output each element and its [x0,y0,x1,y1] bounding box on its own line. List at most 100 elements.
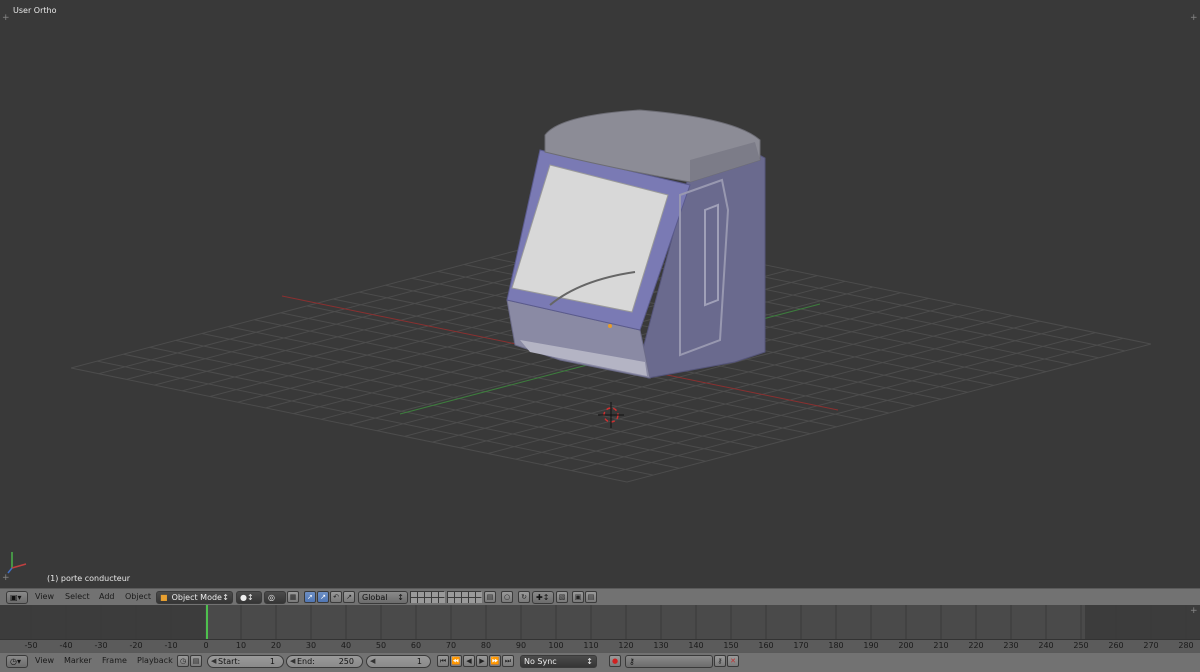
ruler-tick-label: 250 [1073,641,1089,650]
ruler-tick-label: -20 [129,641,143,650]
ruler-tick-label: 280 [1178,641,1194,650]
scale-icon[interactable]: ↗ [343,591,355,603]
ruler-tick-label: 260 [1108,641,1124,650]
ruler-tick-label: 70 [445,641,457,650]
snap-target-icon[interactable]: ▧ [556,591,568,603]
menu-object[interactable]: Object [125,592,151,601]
ruler-tick-label: 10 [235,641,247,650]
ruler-tick-label: 270 [1143,641,1159,650]
lock-time-icon[interactable]: ▤ [190,655,202,667]
viewport-header: ▣▾ View Select Add Object ■ Object Mode … [0,588,1200,606]
orientation-select[interactable]: Global ↕ [358,591,408,604]
area-corner-widget[interactable]: + [1190,14,1198,23]
layer-grid-2[interactable] [447,591,482,603]
area-corner-widget[interactable]: + [1190,607,1198,616]
ruler-tick-label: 160 [758,641,774,650]
render-animation-icon[interactable]: ▤ [585,591,597,603]
ruler-tick-label: 230 [1003,641,1019,650]
ruler-tick-label: -50 [24,641,38,650]
jump-prev-keyframe-icon[interactable]: ⏪ [450,655,462,667]
area-corner-widget[interactable]: + [2,14,10,23]
ruler-tick-label: -30 [94,641,108,650]
insert-keyframe-icon[interactable]: ⚷ [714,655,726,667]
ruler-tick-label: 240 [1038,641,1054,650]
mode-label: Object Mode [171,593,222,602]
editor-type-button[interactable]: ▣▾ [6,591,28,604]
menu-view[interactable]: View [35,656,54,665]
start-value: 1 [269,657,275,666]
ruler-tick-label: 150 [723,641,739,650]
orientation-label: Global [362,593,388,602]
menu-frame[interactable]: Frame [102,656,127,665]
translate-manipulator-icon[interactable]: ➚ [304,591,316,603]
layer-grid-1[interactable] [410,591,445,603]
rotate-icon[interactable]: ↶ [330,591,342,603]
view-name-label: User Ortho [13,6,57,15]
grid-line [123,353,680,469]
editor-type-button[interactable]: ◷▾ [6,655,28,668]
tram-cab-model[interactable] [506,109,766,379]
end-frame-field[interactable]: ◀ End: 250 [286,655,363,668]
sync-mode-select[interactable]: No Sync ↕ [520,655,597,668]
ruler-tick-label: 190 [863,641,879,650]
decrement-arrow-icon[interactable]: ◀ [211,657,216,665]
play-reverse-icon[interactable]: ◀ [463,655,475,667]
decrement-arrow-icon[interactable]: ◀ [290,657,295,665]
render-icon[interactable]: ▣ [572,591,584,603]
ruler-tick-label: -40 [59,641,73,650]
keying-set-field[interactable]: ⚷ [625,655,713,668]
ruler-tick-label: 120 [618,641,634,650]
axis-gizmo [7,552,27,574]
area-corner-widget[interactable]: + [2,574,10,583]
shading-select[interactable]: ●↕ [236,591,262,604]
ruler-tick-label: 100 [548,641,564,650]
menu-select[interactable]: Select [65,592,90,601]
sync-mode-label: No Sync [524,657,557,666]
grid-line [70,367,628,483]
delete-keyframe-icon[interactable]: ✕ [727,655,739,667]
preview-range-icon[interactable]: ◷ [177,655,189,667]
ruler-tick-label: 50 [375,641,387,650]
snap-element-select[interactable]: ✚↕ [532,591,554,604]
3d-viewport[interactable]: User Ortho (1) porte conducteur + + + [0,0,1200,588]
ruler-tick-label: 0 [203,641,209,650]
play-icon[interactable]: ▶ [476,655,488,667]
jump-next-keyframe-icon[interactable]: ⏩ [489,655,501,667]
menu-playback[interactable]: Playback [137,656,173,665]
menu-view[interactable]: View [35,592,54,601]
menu-add[interactable]: Add [99,592,115,601]
scene-canvas[interactable] [0,0,1200,588]
start-frame-field[interactable]: ◀ Start: 1 [207,655,284,668]
proportional-edit-icon[interactable]: ○ [501,591,513,603]
key-icon: ⚷ [629,657,635,666]
chevron-updown-icon: ↕ [222,593,229,602]
ruler-tick-label: -10 [164,641,178,650]
timeline-header: ◷▾ View Marker Frame Playback ◷ ▤ ◀ Star… [0,652,1200,672]
record-icon[interactable]: ● [609,655,621,667]
active-object-label: (1) porte conducteur [47,574,131,583]
timeline-ruler[interactable]: -50 -40 -30 -20 -10 0 10 20 30 40 50 60 70 80 90 100 110… [0,639,1200,652]
ruler-tick-label: 140 [688,641,704,650]
ruler-tick-label: 60 [410,641,422,650]
decrement-arrow-icon[interactable]: ◀ [370,657,375,665]
visible-manipulator-icon[interactable]: ▦ [287,591,299,603]
lock-layers-icon[interactable]: ▤ [484,591,496,603]
ruler-tick-label: 80 [480,641,492,650]
mode-select[interactable]: ■ Object Mode ↕ [156,591,233,604]
jump-end-icon[interactable]: ⏭ [502,655,514,667]
ruler-tick-label: 210 [933,641,949,650]
jump-start-icon[interactable]: ⏮ [437,655,449,667]
pivot-select[interactable]: ◎ [264,591,286,604]
ruler-tick-label: 180 [828,641,844,650]
current-frame-field[interactable]: ◀ 1 [366,655,431,668]
ruler-tick-label: 130 [653,641,669,650]
timeline-gridlines [30,605,1187,639]
move-icon[interactable]: ↗ [317,591,329,603]
ruler-tick-label: 90 [515,641,527,650]
timeline-area[interactable]: -50 -40 -30 -20 -10 0 10 20 30 40 50 60 70 80 90 100 110… [0,605,1200,652]
snap-icon[interactable]: ↻ [518,591,530,603]
ruler-tick-label: 30 [305,641,317,650]
ruler-tick-label: 40 [340,641,352,650]
ruler-tick-label: 110 [583,641,599,650]
menu-marker[interactable]: Marker [64,656,92,665]
